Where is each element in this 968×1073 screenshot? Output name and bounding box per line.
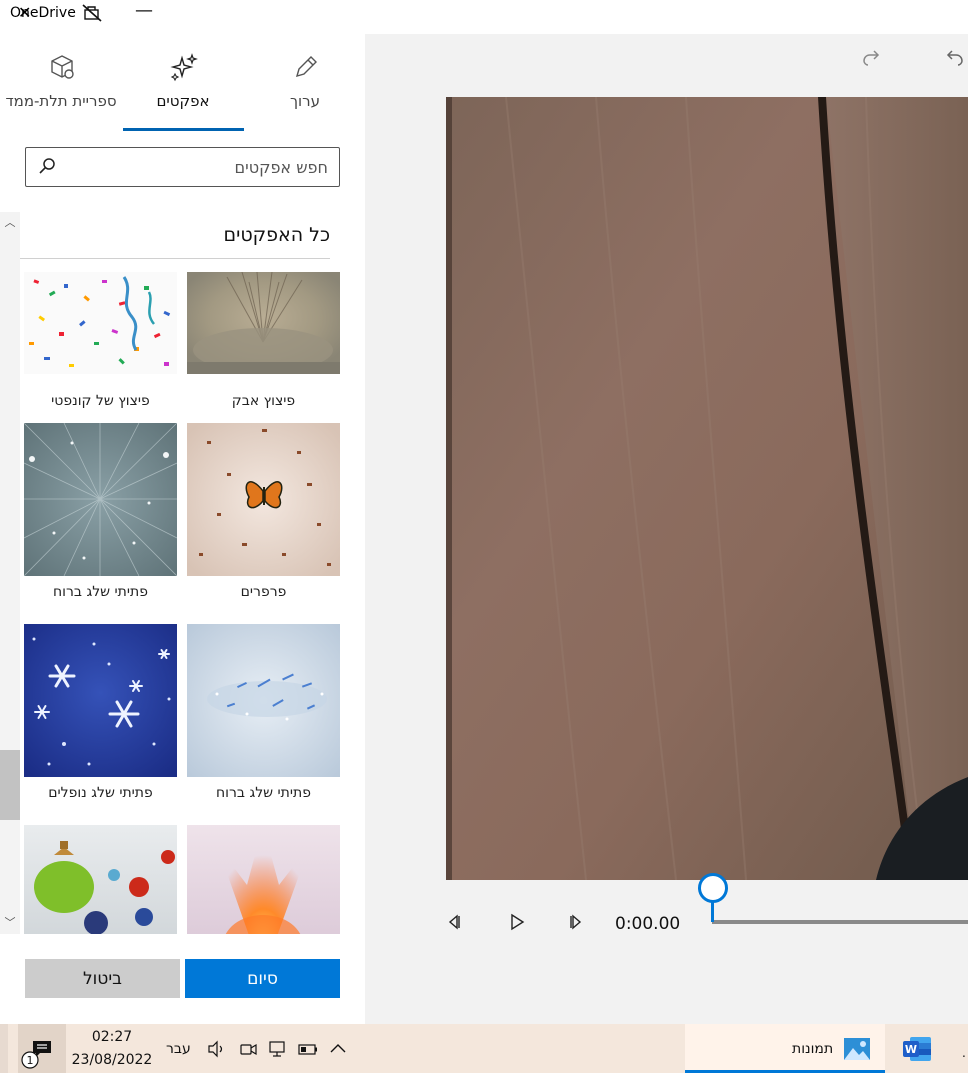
effect-thumbnail	[24, 272, 177, 374]
effect-thumbnail	[187, 825, 340, 934]
done-button[interactable]: סיום	[185, 959, 340, 998]
taskbar-more[interactable]: .	[962, 1046, 966, 1060]
svg-text:1: 1	[27, 1054, 34, 1067]
effect-card-falling-snow[interactable]: פתיתי שלג נופלים	[24, 624, 177, 814]
volume-icon[interactable]	[206, 1039, 226, 1059]
section-divider	[20, 258, 330, 259]
effects-scrollbar[interactable]: ︿ ﹀	[0, 212, 20, 934]
badge-icon: 1	[21, 1051, 39, 1069]
section-title: כל האפקטים	[223, 224, 330, 246]
meet-now-icon[interactable]	[238, 1039, 258, 1059]
effect-thumbnail	[187, 423, 340, 576]
taskbar-app-label: תמונות	[792, 1041, 834, 1057]
onedrive-sync-off-icon[interactable]	[82, 4, 102, 22]
word-icon[interactable]: W	[902, 1035, 932, 1063]
effect-label: פתיתי שלג נופלים	[48, 785, 153, 801]
effect-label: פיצוץ אבק	[231, 393, 296, 409]
tab-label: ספריית תלת-ממד	[5, 92, 117, 110]
video-preview[interactable]	[446, 97, 968, 880]
scroll-thumb[interactable]	[0, 750, 20, 820]
battery-icon[interactable]	[298, 1039, 318, 1059]
effect-label: פתיתי שלג ברוח	[53, 584, 148, 600]
effect-card-snow-burst[interactable]: פתיתי שלג ברוח	[24, 423, 177, 613]
effect-card-confetti[interactable]: פיצוץ של קונפטי	[24, 272, 177, 412]
effects-grid: פיצוץ אבק פיצוץ של קונפטי פרפרים פתיתי ש…	[20, 262, 345, 934]
redo-icon[interactable]	[860, 46, 882, 68]
undo-icon[interactable]	[944, 46, 966, 68]
effect-card-dust[interactable]: פיצוץ אבק	[187, 272, 340, 412]
tab-effects[interactable]: אפקטים	[122, 34, 244, 132]
clock-time[interactable]: 02:27	[84, 1029, 140, 1045]
search-input[interactable]	[66, 148, 328, 186]
tab-3d-library[interactable]: ספריית תלת-ממד	[0, 34, 122, 132]
taskbar-edge	[0, 1024, 8, 1073]
chevron-up-icon[interactable]	[328, 1039, 348, 1059]
effect-label: פתיתי שלג ברוח	[216, 785, 311, 801]
minimize-button[interactable]: —	[134, 1, 154, 21]
cube-icon	[51, 55, 74, 79]
clock-date[interactable]: 23/08/2022	[70, 1052, 154, 1068]
search-box	[25, 147, 340, 187]
effect-thumbnail	[187, 272, 340, 374]
effect-card-butterflies[interactable]: פרפרים	[187, 423, 340, 613]
sparkle-icon	[170, 53, 198, 82]
pencil-icon	[295, 56, 317, 78]
scroll-up-arrow-icon[interactable]: ︿	[3, 214, 17, 230]
close-x-icon: ✕	[18, 3, 32, 22]
play-button[interactable]	[508, 913, 526, 931]
effect-thumbnail	[187, 624, 340, 777]
effect-thumbnail	[24, 624, 177, 777]
scroll-down-arrow-icon[interactable]: ﹀	[3, 914, 17, 930]
effect-card-ornaments[interactable]	[24, 825, 177, 934]
effect-thumbnail	[24, 825, 177, 934]
timeline-track[interactable]	[712, 920, 968, 924]
effect-label: פרפרים	[240, 584, 287, 600]
tab-label: אפקטים	[156, 92, 210, 110]
tab-edit[interactable]: ערוך	[244, 34, 366, 132]
action-center-button[interactable]: 1	[18, 1024, 66, 1073]
playhead-handle[interactable]	[698, 873, 728, 903]
effect-thumbnail	[24, 423, 177, 576]
network-icon[interactable]	[268, 1039, 288, 1059]
cancel-button[interactable]: ביטול	[25, 959, 180, 998]
previous-frame-button[interactable]	[446, 913, 464, 931]
input-language[interactable]: עבר	[166, 1041, 191, 1057]
search-icon[interactable]	[38, 157, 56, 175]
effect-card-fire-burst[interactable]	[187, 825, 340, 934]
photos-icon	[844, 1038, 870, 1060]
selected-tab-indicator	[123, 128, 244, 131]
effect-label: פיצוץ של קונפטי	[51, 393, 150, 409]
tab-label: ערוך	[290, 92, 320, 110]
effect-card-windy-snow[interactable]: פתיתי שלג ברוח	[187, 624, 340, 814]
next-frame-button[interactable]	[566, 913, 584, 931]
time-readout: 0:00.00	[615, 914, 681, 934]
svg-text:W: W	[905, 1043, 917, 1056]
